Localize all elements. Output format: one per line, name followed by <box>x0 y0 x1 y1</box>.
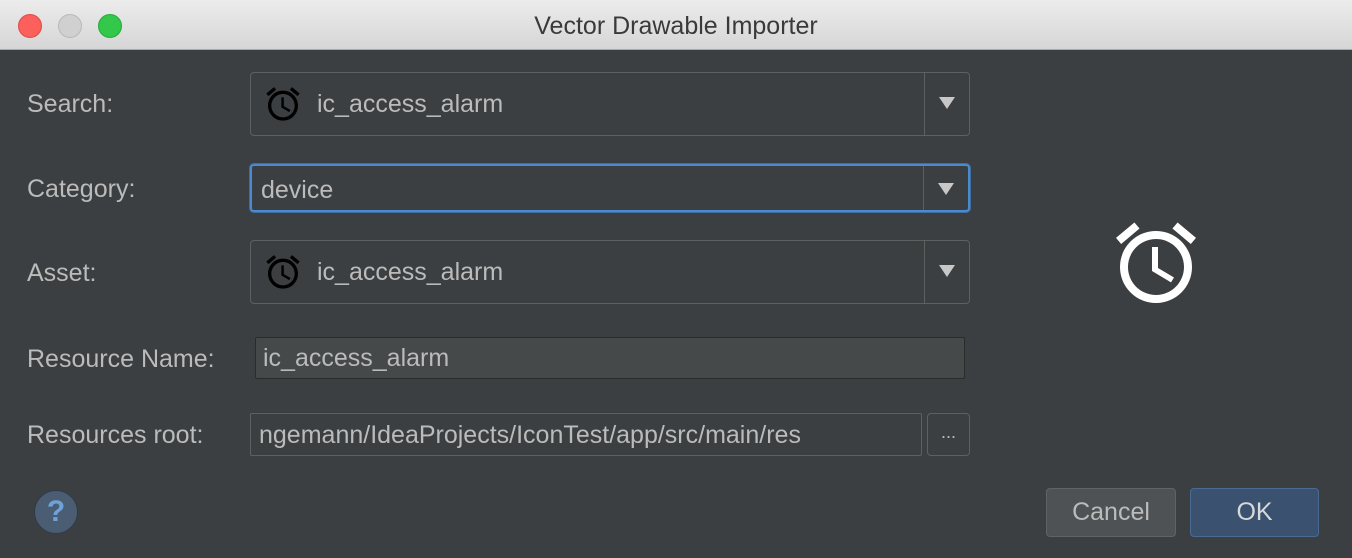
dialog-window: Vector Drawable Importer Search: ic_acce… <box>0 0 1352 558</box>
ok-button[interactable]: OK <box>1190 488 1319 537</box>
title-bar: Vector Drawable Importer <box>0 0 1352 50</box>
category-dropdown-toggle[interactable] <box>923 166 968 210</box>
alarm-icon <box>266 255 300 289</box>
browse-button[interactable]: ... <box>927 413 970 456</box>
asset-combobox[interactable]: ic_access_alarm <box>250 240 970 304</box>
asset-value: ic_access_alarm <box>317 258 504 286</box>
chevron-down-icon <box>939 265 955 277</box>
asset-dropdown-toggle[interactable] <box>924 241 969 303</box>
window-title: Vector Drawable Importer <box>534 12 818 40</box>
cancel-button[interactable]: Cancel <box>1046 488 1176 537</box>
resource-name-label: Resource Name: <box>27 345 215 373</box>
search-combobox[interactable]: ic_access_alarm <box>250 72 970 136</box>
category-label: Category: <box>27 175 136 203</box>
asset-label: Asset: <box>27 259 97 287</box>
resources-root-input[interactable]: ngemann/IdeaProjects/IconTest/app/src/ma… <box>250 413 922 456</box>
help-button[interactable]: ? <box>34 490 78 534</box>
category-combobox[interactable]: device <box>250 164 970 212</box>
category-value: device <box>261 176 334 204</box>
resources-root-label: Resources root: <box>27 421 204 449</box>
chevron-down-icon <box>939 97 955 109</box>
search-dropdown-toggle[interactable] <box>924 73 969 135</box>
chevron-down-icon <box>938 183 954 195</box>
resource-name-input[interactable]: ic_access_alarm <box>255 337 965 379</box>
alarm-icon <box>266 87 300 121</box>
alarm-preview-icon <box>1116 222 1196 303</box>
search-label: Search: <box>27 90 114 118</box>
search-value: ic_access_alarm <box>317 90 504 118</box>
